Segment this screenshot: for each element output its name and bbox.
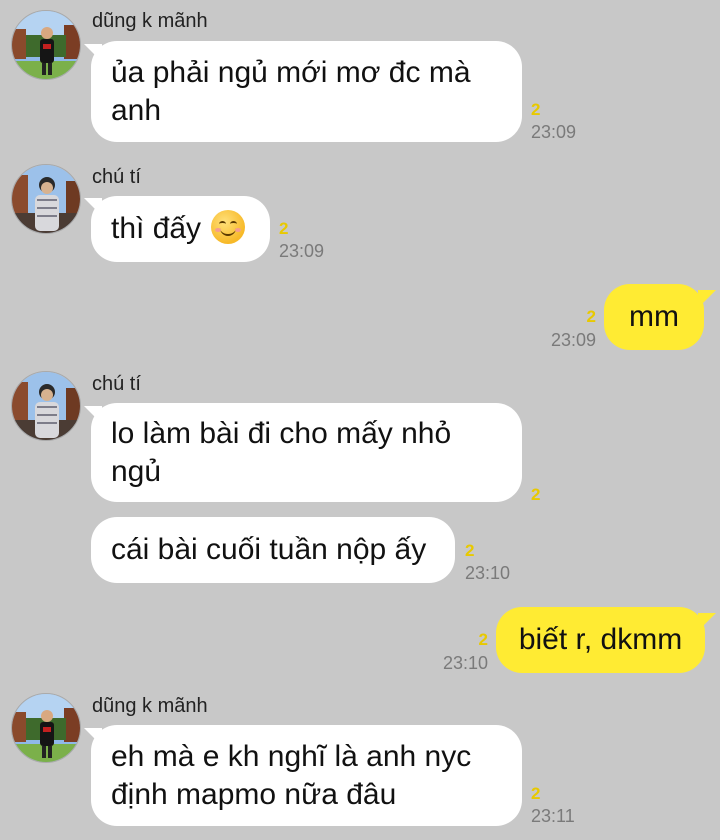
message-time: 23:09 [531,122,577,142]
sender-name: chú tí [92,166,141,188]
message-text: lo làm bài đi cho mấy nhỏ ngủ [111,416,452,488]
bubble-tail [698,290,716,308]
message-bubble[interactable]: thì đấy [91,196,270,262]
message-text: biết r, dkmm [518,623,683,656]
message-text: eh mà e kh nghĩ là anh nyc định mapmo nữ… [111,739,472,811]
message-time: 23:11 [531,806,575,826]
message-time: 23:10 [442,653,488,673]
message-bubble[interactable]: mm [604,284,704,350]
profile-photo-icon [12,694,80,762]
message-text: thì đấy [111,212,202,245]
unread-count: 2 [531,784,541,803]
avatar-chu-ti[interactable] [11,371,81,441]
profile-photo-icon [12,165,80,233]
message-time: 23:10 [465,563,511,583]
bubble-tail [698,613,716,631]
chat-conversation[interactable]: dũng k mãnh ủa phải ngủ mới mơ đc mà anh… [0,0,720,840]
sender-name: chú tí [92,373,141,395]
unread-count: 2 [465,541,475,560]
message-bubble[interactable]: cái bài cuối tuần nộp ấy [91,517,455,583]
unread-count: 2 [531,485,541,504]
sender-name: dũng k mãnh [92,10,208,32]
unread-count: 2 [478,630,488,649]
message-bubble[interactable]: ủa phải ngủ mới mơ đc mà anh [91,41,522,142]
unread-count: 2 [279,219,289,238]
unread-count: 2 [531,100,541,119]
message-text: mm [629,300,679,333]
avatar-dung-k-manh[interactable] [11,10,81,80]
message-text: cái bài cuối tuần nộp ấy [111,533,427,566]
message-text: ủa phải ngủ mới mơ đc mà anh [111,55,471,127]
message-time: 23:09 [279,241,325,261]
avatar-chu-ti[interactable] [11,164,81,234]
avatar-dung-k-manh[interactable] [11,693,81,763]
message-bubble[interactable]: eh mà e kh nghĩ là anh nyc định mapmo nữ… [91,725,522,826]
message-bubble[interactable]: biết r, dkmm [496,607,705,673]
sender-name: dũng k mãnh [92,695,208,717]
message-time: 23:09 [550,330,596,350]
message-bubble[interactable]: lo làm bài đi cho mấy nhỏ ngủ [91,403,522,502]
profile-photo-icon [12,11,80,79]
profile-photo-icon [12,372,80,440]
unread-count: 2 [586,307,596,326]
smiling-face-emoji-icon [211,210,246,244]
